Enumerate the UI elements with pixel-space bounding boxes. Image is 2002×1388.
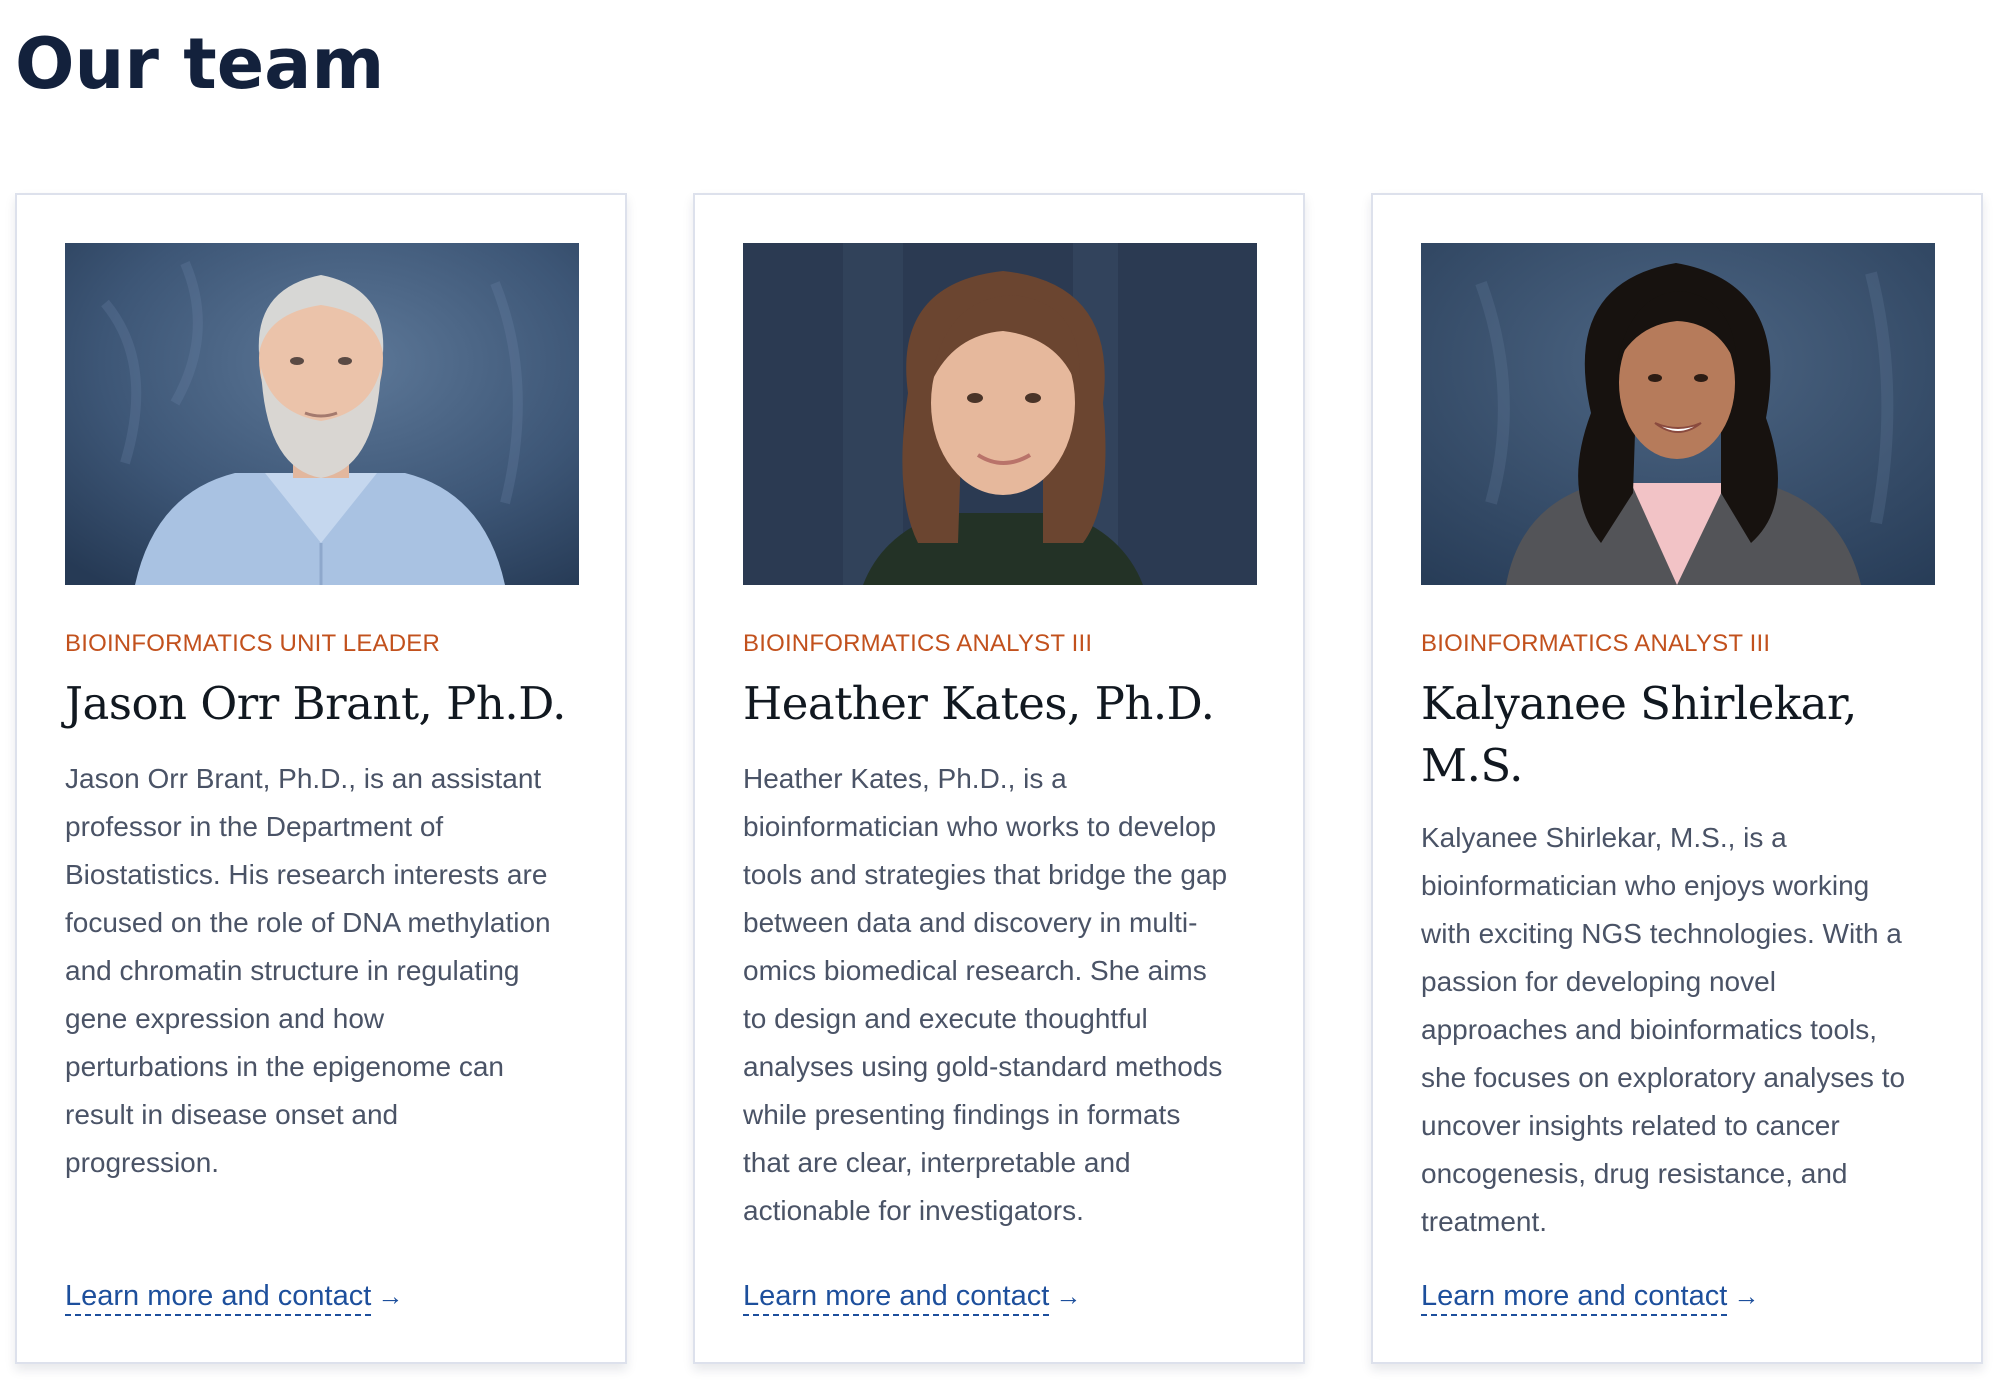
photo-kalyanee-shirlekar [1421,243,1935,585]
bio-line: actionable for investigators. [743,1195,1084,1226]
member-name-line: Kalyanee Shirlekar, [1421,677,1857,730]
bio-line: treatment. [1421,1206,1548,1237]
member-role: BIOINFORMATICS UNIT LEADER [65,630,441,657]
bio-line: perturbations in the epigenome can [65,1051,504,1082]
member-name: Jason Orr Brant, Ph.D. [65,677,567,730]
photo-heather-kates [743,243,1257,585]
arrow-right-icon: → [377,1281,404,1311]
bio-line: professor in the Department of [65,811,444,842]
bio-line: bioinformatician who works to develop [743,811,1217,842]
bio-line: passion for developing novel [1421,966,1776,997]
bio-line: approaches and bioinformatics tools, [1421,1014,1878,1045]
learn-more-contact-link[interactable]: Learn more and contact → [1421,1276,1759,1316]
bio-line: Biostatistics. His research interests ar… [65,859,548,890]
bio-line: tools and strategies that bridge the gap [743,859,1228,890]
photo-jason-brant [65,243,579,585]
member-name-line: M.S. [1421,739,1523,792]
member-role: BIOINFORMATICS ANALYST III [1421,630,1771,657]
team-card-jason-brant: BIOINFORMATICS UNIT LEADER Jason Orr Bra… [15,193,627,1364]
arrow-right-icon: → [1055,1281,1082,1311]
bio-line: uncover insights related to cancer [1421,1110,1840,1141]
learn-more-contact-link[interactable]: Learn more and contact → [743,1276,1081,1316]
bio-line: while presenting findings in formats [743,1099,1181,1130]
bio-line: oncogenesis, drug resistance, and [1421,1158,1848,1189]
bio-line: to design and execute thoughtful [743,1003,1148,1034]
team-card-kalyanee-shirlekar: BIOINFORMATICS ANALYST III Kalyanee Shir… [1371,193,1983,1364]
learn-more-label: Learn more and contact [743,1280,1050,1316]
arrow-right-icon: → [1733,1281,1760,1311]
learn-more-contact-link[interactable]: Learn more and contact → [65,1276,403,1316]
learn-more-label: Learn more and contact [1421,1280,1728,1316]
bio-line: progression. [65,1147,220,1178]
bio-line: between data and discovery in multi- [743,907,1198,938]
member-role: BIOINFORMATICS ANALYST III [743,630,1093,657]
bio-line: with exciting NGS technologies. With a [1421,918,1902,949]
bio-line: she focuses on exploratory analyses to [1421,1062,1906,1093]
page-title: Our team [15,23,385,105]
bio-line: Jason Orr Brant, Ph.D., is an assistant [65,763,542,794]
bio-line: omics biomedical research. She aims [743,955,1207,986]
bio-line: Kalyanee Shirlekar, M.S., is a [1421,822,1787,853]
bio-line: bioinformatician who enjoys working [1421,870,1870,901]
bio-line: analyses using gold-standard methods [743,1051,1223,1082]
bio-line: that are clear, interpretable and [743,1147,1131,1178]
bio-line: result in disease onset and [65,1099,399,1130]
member-bio: Kalyanee Shirlekar, M.S., is a bioinform… [1421,814,1961,1246]
member-bio: Heather Kates, Ph.D., is a bioinformatic… [743,755,1283,1235]
bio-line: Heather Kates, Ph.D., is a [743,763,1067,794]
member-name: Kalyanee Shirlekar, M.S. [1421,673,1951,797]
learn-more-label: Learn more and contact [65,1280,372,1316]
member-bio: Jason Orr Brant, Ph.D., is an assistant … [65,755,605,1187]
member-name: Heather Kates, Ph.D. [743,677,1215,730]
team-page: Our team BIOINFORMATICS UNIT LEADER Jaso… [0,0,2002,1388]
bio-line: and chromatin structure in regulating [65,955,520,986]
bio-line: gene expression and how [65,1003,385,1034]
team-card-heather-kates: BIOINFORMATICS ANALYST III Heather Kates… [693,193,1305,1364]
bio-line: focused on the role of DNA methylation [65,907,551,938]
